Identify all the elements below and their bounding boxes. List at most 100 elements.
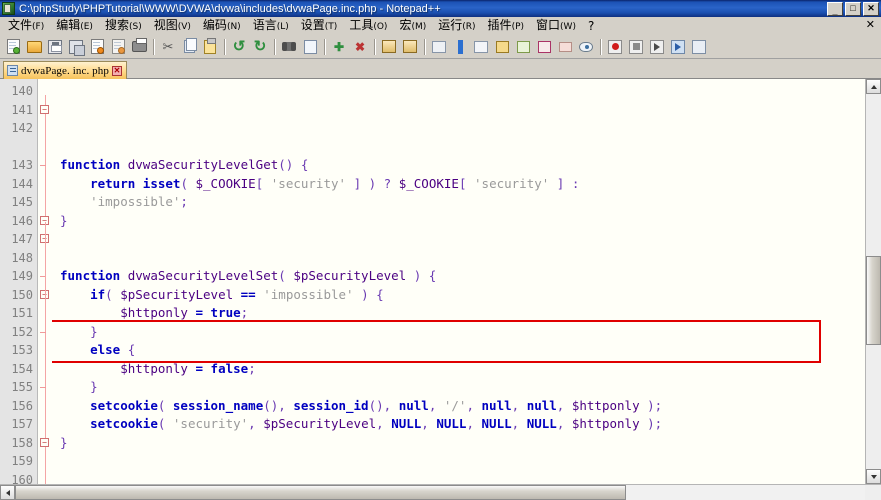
menu-item-accelerator: (V) (177, 21, 191, 32)
tab-close-icon[interactable]: ✕ (111, 65, 122, 76)
horizontal-scrollbar[interactable] (0, 484, 881, 500)
zoom-in-button[interactable]: ✚ (329, 37, 349, 57)
code-token: (), (263, 397, 294, 413)
show-all-chars-button[interactable] (450, 37, 470, 57)
redo-button[interactable]: ↻ (250, 37, 270, 57)
save-button[interactable] (45, 37, 65, 57)
scroll-left-button[interactable] (0, 485, 15, 500)
code-token: ( (157, 416, 173, 431)
close-document-button[interactable]: ✕ (866, 18, 875, 31)
file-icon (7, 65, 18, 76)
vertical-scroll-thumb[interactable] (866, 256, 881, 346)
user-language-button[interactable] (492, 37, 512, 57)
scroll-down-button[interactable] (866, 469, 881, 484)
close-button[interactable]: ✕ (863, 1, 879, 16)
menu-item-accelerator: (E) (80, 21, 93, 32)
indent-guide-button[interactable] (471, 37, 491, 57)
fold-margin[interactable]: −−−−− (38, 79, 52, 499)
menu-item-11[interactable]: 插件(P) (482, 17, 530, 36)
menu-item-13[interactable]: ? (582, 18, 600, 35)
vertical-scrollbar[interactable] (865, 79, 881, 484)
arrow-down-icon (870, 474, 877, 479)
menu-item-12[interactable]: 窗口(W) (530, 17, 582, 36)
paste-button[interactable] (200, 37, 220, 57)
menu-item-10[interactable]: 运行(R) (432, 17, 481, 36)
close-icon: ✕ (867, 3, 875, 13)
function-list-button[interactable] (534, 37, 554, 57)
word-wrap-button[interactable] (429, 37, 449, 57)
menu-item-label: 文件 (8, 17, 33, 32)
menu-item-8[interactable]: 工具(O) (343, 17, 393, 36)
code-line: if( $pSecurityLevel == 'impossible' ) { (52, 286, 865, 305)
menu-item-2[interactable]: 编辑(E) (50, 17, 99, 36)
separator-3 (274, 38, 275, 55)
menu-item-4[interactable]: 视图(V) (148, 17, 197, 36)
macro-stop-button[interactable] (626, 37, 646, 57)
menu-item-5[interactable]: 编码(N) (197, 17, 247, 36)
menu-item-label: ? (587, 18, 595, 33)
macro-play-button[interactable] (647, 37, 667, 57)
new-file-button[interactable] (3, 37, 23, 57)
macro-runmulti-button[interactable] (668, 37, 688, 57)
maximize-button[interactable]: □ (845, 1, 861, 16)
menu-item-1[interactable]: 文件(F) (2, 17, 50, 36)
find-button[interactable] (279, 37, 299, 57)
macro-record-icon (608, 39, 622, 54)
doc-map-button[interactable] (513, 37, 533, 57)
horizontal-scroll-track[interactable] (626, 485, 865, 500)
tab-dvwapage-inc-php[interactable]: dvwaPage. inc. php ✕ (3, 61, 127, 79)
code-token: } (60, 379, 98, 394)
code-line: } (52, 323, 865, 342)
open-file-button[interactable] (24, 37, 44, 57)
minimize-button[interactable]: _ (827, 1, 843, 16)
zoom-out-button[interactable]: ✖ (350, 37, 370, 57)
code-line: setcookie( session_name(), session_id(),… (52, 397, 865, 416)
menu-item-accelerator: (N) (226, 21, 241, 32)
sync-horizontal-button[interactable] (400, 37, 420, 57)
menu-item-9[interactable]: 宏(M) (393, 17, 432, 36)
undo-button[interactable]: ↺ (229, 37, 249, 57)
code-token: 'security' (270, 175, 347, 191)
replace-button[interactable] (300, 37, 320, 57)
macro-save-button[interactable] (689, 37, 709, 57)
line-number: 156 (11, 398, 33, 413)
title-bar: C:\phpStudy\PHPTutorial\WWW\DVWA\dvwa\in… (0, 0, 881, 17)
menu-item-7[interactable]: 设置(T) (295, 17, 344, 36)
fold-toggle-icon[interactable]: − (40, 104, 49, 114)
cut-button[interactable]: ✂ (158, 37, 178, 57)
horizontal-scroll-thumb[interactable] (15, 485, 627, 500)
monitor-button[interactable] (576, 37, 596, 57)
fold-end-marker (40, 165, 46, 166)
close-all-button[interactable] (108, 37, 128, 57)
menu-item-6[interactable]: 语言(L) (247, 17, 295, 36)
code-token: , (421, 416, 437, 431)
macro-record-button[interactable] (605, 37, 625, 57)
menu-item-label: 搜索 (104, 17, 129, 32)
menu-item-3[interactable]: 搜索(S) (99, 17, 148, 36)
folder-workspace-button[interactable] (555, 37, 575, 57)
copy-button[interactable] (179, 37, 199, 57)
monitor-icon (579, 41, 593, 52)
line-number: 147 (11, 232, 33, 246)
code-token: setcookie (90, 397, 158, 413)
window-controls: _ □ ✕ (827, 1, 879, 16)
code-token: == (240, 286, 256, 302)
code-token: , (428, 397, 444, 413)
save-all-button[interactable] (66, 37, 86, 57)
line-number: 155 (11, 380, 33, 394)
close-file-button[interactable] (87, 37, 107, 57)
code-token: session_id (293, 397, 369, 413)
code-line: } (52, 378, 865, 397)
sync-vertical-button[interactable] (379, 37, 399, 57)
app-icon (2, 2, 15, 15)
line-number: 149 (11, 269, 33, 283)
fold-toggle-icon[interactable]: − (40, 437, 49, 447)
code-line: return isset( $_COOKIE[ 'security' ] ) ?… (52, 175, 865, 194)
print-button[interactable] (129, 37, 149, 57)
scroll-up-button[interactable] (866, 79, 881, 94)
code-text[interactable]: function dvwaSecurityLevelGet() { return… (52, 79, 865, 484)
